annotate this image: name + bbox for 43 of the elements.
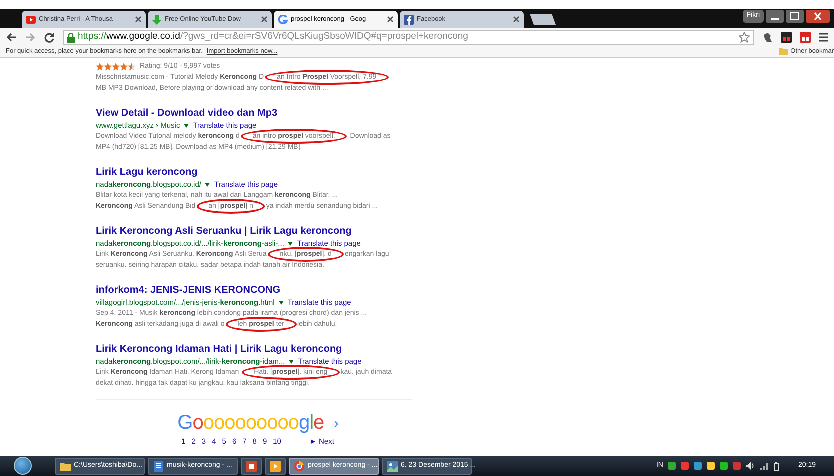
- google-pager-logo: Goooooooooogle: [178, 412, 324, 434]
- signal-icon[interactable]: [760, 462, 770, 470]
- address-bar[interactable]: https://www.google.co.id/?gws_rd=cr&ei=rSV6Vr6QLsKiugSbsoWIDQ#q=prospel+keroncong: [63, 30, 754, 45]
- menu-icon[interactable]: [819, 32, 828, 43]
- url-text: https://www.google.co.id/?gws_rd=cr&ei=rSV6Vr6QLsKiugSbsoWIDQ#q=prospel+keroncong: [78, 30, 468, 44]
- volume-icon[interactable]: [746, 462, 756, 470]
- close-icon[interactable]: [135, 16, 142, 23]
- next-arrow-link[interactable]: ›: [334, 412, 338, 434]
- close-icon[interactable]: [387, 16, 394, 23]
- close-icon[interactable]: [806, 10, 830, 23]
- document-icon: [153, 460, 164, 472]
- taskbar-button[interactable]: [241, 458, 262, 474]
- lock-icon: [67, 32, 75, 42]
- result-title-link[interactable]: Lirik Keroncong Idaman Hati | Lirik Lagu keroncong: [96, 344, 342, 356]
- google-g-icon: [278, 14, 288, 24]
- new-tab-button[interactable]: [530, 14, 556, 25]
- youtube-logo-icon: [26, 14, 36, 24]
- result-title-link[interactable]: inforkom4: JENIS-JENIS KERONCONG: [96, 285, 280, 297]
- result-title-link[interactable]: Lirik Keroncong Asli Seruanku | Lirik Lagu keroncong: [96, 226, 352, 238]
- dropdown-caret-icon[interactable]: [278, 300, 284, 304]
- dropdown-caret-icon[interactable]: [289, 360, 294, 364]
- image-viewer-icon: [387, 460, 398, 472]
- minimize-icon[interactable]: [766, 10, 784, 23]
- facebook-logo-icon: [404, 14, 414, 24]
- dropdown-caret-icon[interactable]: [288, 242, 294, 246]
- presentation-icon: [246, 460, 257, 472]
- start-button[interactable]: [14, 457, 32, 475]
- browser-icon: [294, 460, 305, 472]
- result-title-link[interactable]: Lirik Lagu keroncong: [96, 167, 198, 179]
- dropdown-caret-icon[interactable]: [205, 182, 210, 186]
- back-icon[interactable]: [6, 32, 17, 43]
- media-player-icon: [270, 460, 281, 472]
- close-icon[interactable]: [513, 16, 520, 23]
- maximize-icon[interactable]: [786, 10, 804, 23]
- down-arrow-icon: [152, 14, 162, 24]
- result-title-link[interactable]: View Detail - Download video dan Mp3: [96, 108, 278, 120]
- folder-icon: [60, 460, 71, 472]
- bookmark-star-icon[interactable]: [739, 32, 750, 43]
- battery-icon[interactable]: [774, 462, 780, 470]
- dropdown-caret-icon[interactable]: [184, 124, 190, 128]
- taskbar-button[interactable]: [265, 458, 286, 474]
- close-icon[interactable]: [261, 16, 268, 23]
- reload-icon[interactable]: [44, 32, 55, 43]
